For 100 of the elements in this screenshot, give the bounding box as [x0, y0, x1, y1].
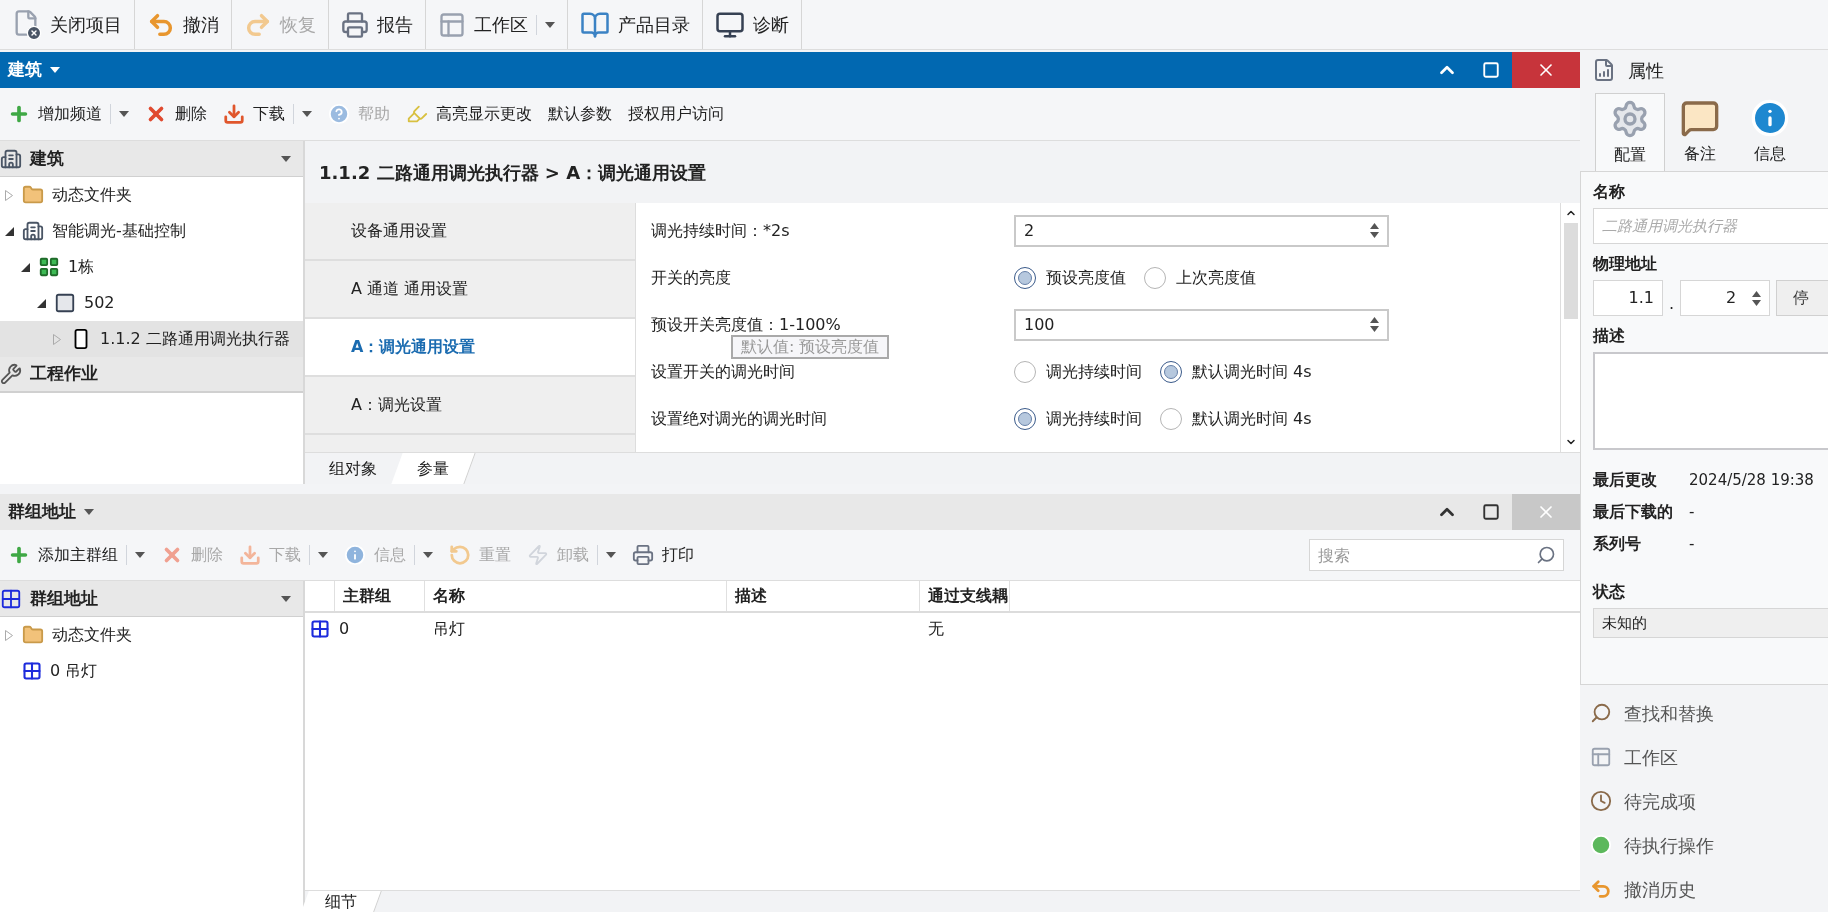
toolbar-button[interactable]: 下载	[215, 88, 320, 140]
layout-icon	[438, 10, 466, 39]
panel-title[interactable]: 群组地址	[8, 499, 76, 525]
info-value: -	[1689, 533, 1695, 555]
caret-icon	[84, 509, 94, 515]
grid-icon	[310, 619, 330, 639]
toolbar-button[interactable]: 高亮显示更改	[398, 88, 540, 140]
radio-button[interactable]	[1014, 407, 1036, 430]
toolbar-button[interactable]: 关闭项目	[4, 0, 130, 49]
page-item[interactable]: 设备通用设置	[305, 203, 635, 261]
radio-button[interactable]	[1014, 360, 1036, 383]
clock-icon	[1590, 790, 1612, 812]
caret-icon	[545, 21, 555, 28]
tree-item[interactable]: 1.1.2 二路通用调光执行器	[0, 321, 303, 357]
toolbar-button[interactable]: 打印	[624, 530, 702, 580]
parameter-label: 设置绝对调光的调光时间	[651, 408, 827, 428]
number-field[interactable]: 100	[1014, 308, 1389, 341]
tab[interactable]: 备注	[1665, 93, 1735, 171]
maximize-icon[interactable]	[1482, 503, 1500, 521]
tree-item[interactable]: 智能调光-基础控制	[0, 213, 303, 249]
radio-label: 上次亮度值	[1176, 266, 1256, 289]
toolbar-button[interactable]: 授权用户访问	[620, 88, 732, 140]
tab[interactable]: 细节	[301, 891, 382, 912]
lightning-icon	[527, 544, 549, 566]
tree-item[interactable]: 502	[0, 285, 303, 321]
column-header[interactable]: 通过支线耦	[920, 581, 1010, 611]
up-arrow-icon[interactable]	[1370, 223, 1379, 229]
caret-icon	[50, 67, 60, 73]
info-value: -	[1689, 501, 1695, 523]
side-link[interactable]: 待完成项	[1590, 783, 1828, 819]
radio-button[interactable]	[1160, 360, 1182, 383]
page-item[interactable]: A：调光设置	[305, 377, 635, 435]
address-button[interactable]: 停	[1776, 280, 1828, 316]
down-arrow-icon[interactable]	[1752, 299, 1762, 306]
column-header[interactable]: 描述	[727, 581, 920, 611]
toolbar-button[interactable]: 诊断	[707, 0, 797, 49]
number-field[interactable]: 2	[1014, 214, 1389, 247]
panel-title[interactable]: 建筑	[8, 57, 42, 83]
field-label: 名称	[1593, 181, 1626, 203]
table-row[interactable]: 0 吊灯 无	[305, 613, 1580, 645]
radio-button[interactable]	[1160, 407, 1182, 430]
page-item[interactable]: A：调光通用设置	[305, 319, 635, 377]
toolbar-button[interactable]: 默认参数	[540, 88, 620, 140]
radio-button[interactable]	[1144, 266, 1166, 289]
number-field[interactable]: 2	[1680, 280, 1771, 316]
folder-icon	[22, 624, 44, 646]
side-link[interactable]: 工作区	[1590, 739, 1828, 775]
caret-icon	[119, 111, 129, 117]
radio-label: 调光持续时间	[1046, 360, 1142, 383]
expanded-arrow-icon[interactable]	[36, 298, 46, 308]
parameter-label: 开关的亮度	[651, 267, 731, 287]
column-header[interactable]: 主群组	[335, 581, 425, 611]
grid-icon	[22, 661, 42, 681]
caret-icon	[135, 552, 145, 558]
address-field[interactable]: 1.1	[1593, 280, 1663, 316]
info-label: 最后下载的	[1593, 501, 1674, 523]
tab[interactable]: 信息	[1735, 93, 1805, 171]
expanded-arrow-icon[interactable]	[4, 226, 14, 236]
room-icon	[54, 292, 76, 314]
grid-icon	[0, 587, 22, 610]
down-arrow-icon[interactable]	[1370, 326, 1379, 332]
description-field[interactable]	[1593, 352, 1828, 450]
tree-item[interactable]: 1栋	[0, 249, 303, 285]
toolbar-button[interactable]: 工作区	[430, 0, 563, 49]
toolbar-button[interactable]: 撤消	[139, 0, 227, 49]
up-arrow-icon[interactable]	[1370, 317, 1379, 323]
caret-icon	[318, 552, 328, 558]
up-arrow-icon[interactable]	[1752, 290, 1762, 297]
column-header[interactable]: 名称	[425, 581, 727, 611]
tab[interactable]: 配置	[1595, 93, 1665, 171]
toolbar-button[interactable]: 添加主群组	[0, 530, 153, 580]
radio-button[interactable]	[1014, 266, 1036, 289]
parameter-label: 预设开关亮度值：1-100%	[651, 314, 841, 334]
radio-label: 默认调光时间 4s	[1192, 407, 1312, 430]
tab[interactable]: 参量	[391, 453, 476, 484]
field-label: 描述	[1593, 325, 1626, 347]
info-icon	[1750, 98, 1790, 138]
toolbar-button[interactable]: 删除	[137, 88, 215, 140]
tree-header-title: 群组地址	[30, 586, 98, 610]
table-cell-text: 吊灯	[432, 618, 466, 640]
search-field[interactable]: 搜索	[1309, 539, 1564, 571]
caret-icon	[606, 552, 616, 558]
tree-item[interactable]: 动态文件夹	[0, 177, 303, 213]
toolbar-button[interactable]: 报告	[333, 0, 421, 49]
tree-item[interactable]: 动态文件夹	[0, 617, 303, 653]
expanded-arrow-icon[interactable]	[20, 262, 30, 272]
layout-icon	[1590, 746, 1612, 768]
info-label: 系列号	[1593, 533, 1642, 555]
toolbar-button[interactable]: 产品目录	[572, 0, 698, 49]
toolbar-button[interactable]: 增加频道	[0, 88, 137, 140]
page-item[interactable]: A 通道 通用设置	[305, 261, 635, 319]
down-arrow-icon[interactable]	[1370, 232, 1379, 238]
side-link[interactable]: 撤消历史	[1590, 871, 1828, 907]
side-link[interactable]: 待执行操作	[1590, 827, 1828, 863]
section-title[interactable]: 工程作业	[30, 361, 98, 387]
caret-icon	[281, 595, 291, 602]
close-button[interactable]	[1512, 52, 1580, 88]
building-icon	[0, 147, 22, 170]
side-link[interactable]: 查找和替换	[1590, 695, 1828, 731]
tree-item[interactable]: 0 吊灯	[0, 653, 303, 689]
